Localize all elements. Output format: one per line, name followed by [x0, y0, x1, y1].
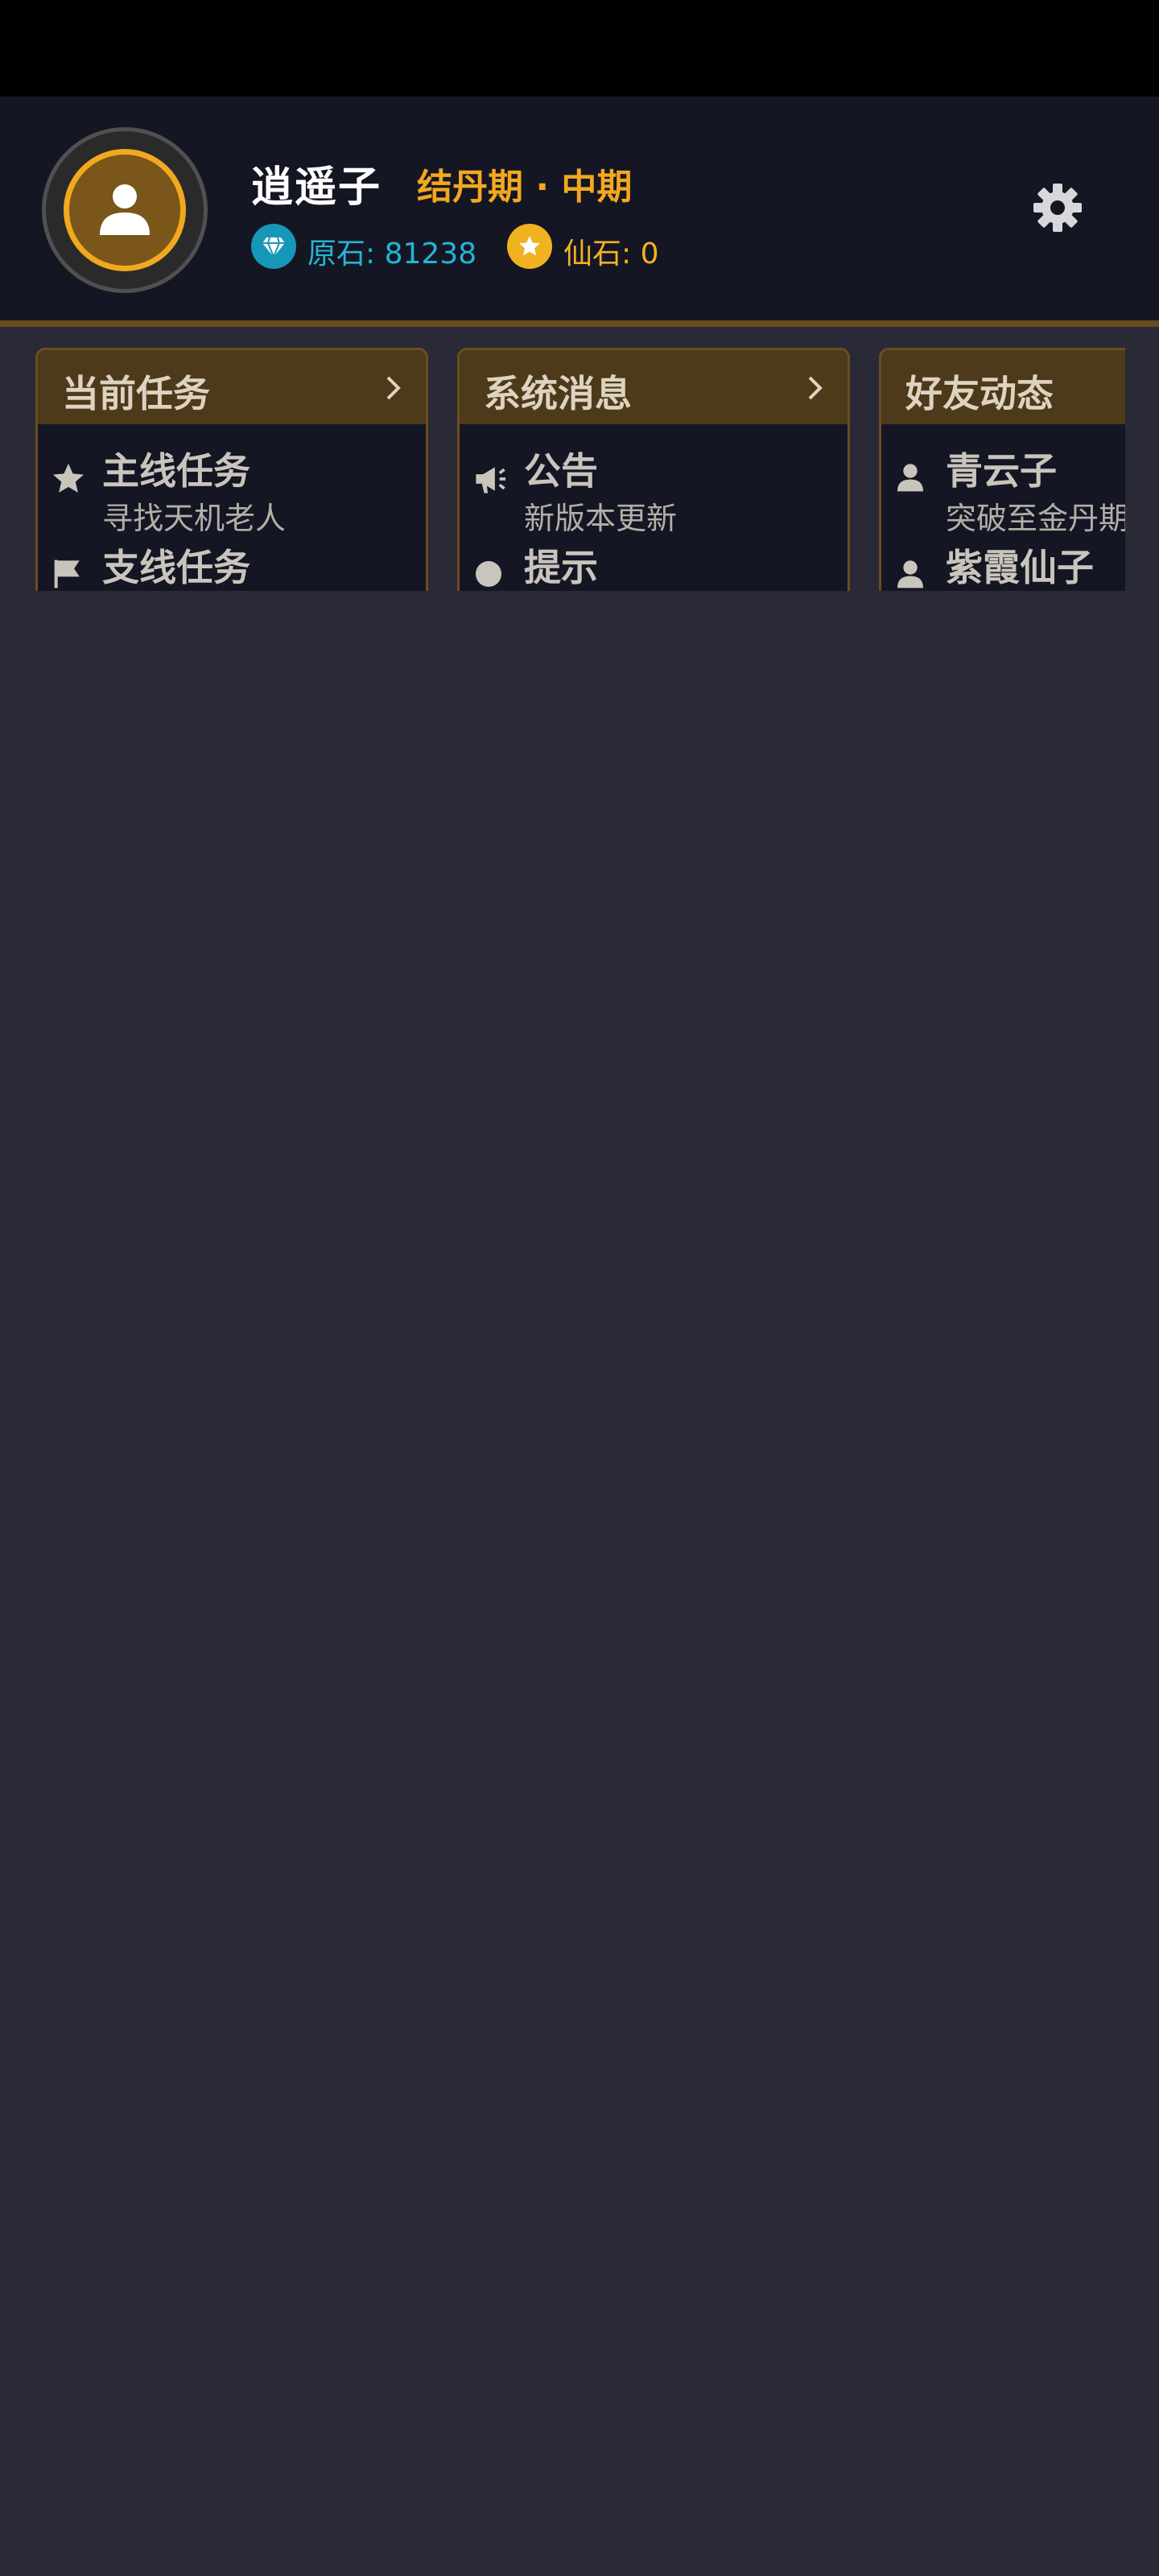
row-title: 提示 [524, 546, 598, 589]
message-row-announcement[interactable]: 公告 新版本更新 [460, 424, 848, 536]
dashboard-cards[interactable]: 当前任务 主线任务 寻找天机老人 支线任务 系统消息 公告 新版本更新 提示 好… [0, 348, 1125, 591]
friend-row[interactable]: 青云子 突破至金丹期 [881, 424, 1125, 536]
person-icon [897, 560, 923, 588]
card-system-messages: 系统消息 公告 新版本更新 提示 [457, 348, 850, 591]
person-icon [897, 464, 923, 492]
card-friend-activity: 好友动态 青云子 突破至金丹期 紫霞仙子 [879, 348, 1125, 591]
megaphone-icon [476, 467, 506, 493]
task-row-side[interactable]: 支线任务 [38, 521, 426, 591]
status-bar [0, 0, 1159, 97]
task-row-main[interactable]: 主线任务 寻找天机老人 [38, 424, 426, 536]
gem-icon [251, 224, 296, 269]
row-title: 支线任务 [102, 546, 250, 589]
card-header[interactable]: 好友动态 [881, 350, 1125, 424]
avatar-frame[interactable] [42, 127, 208, 293]
coin-balance: 仙石: 0 [563, 237, 659, 270]
friend-row[interactable]: 紫霞仙子 [881, 521, 1125, 591]
player-name: 逍遥子 [251, 163, 382, 212]
row-title: 公告 [524, 449, 598, 493]
person-icon [100, 184, 150, 235]
row-title: 主线任务 [102, 449, 250, 493]
card-current-tasks: 当前任务 主线任务 寻找天机老人 支线任务 [35, 348, 428, 591]
info-icon [476, 561, 501, 587]
avatar[interactable] [64, 149, 186, 271]
player-header: 逍遥子 结丹期 · 中期 原石: 81238 仙石: 0 [0, 97, 1159, 327]
player-realm: 结丹期 · 中期 [417, 167, 633, 208]
star-icon [52, 463, 85, 493]
card-header[interactable]: 当前任务 [38, 350, 426, 424]
chevron-right-icon[interactable] [384, 374, 403, 402]
card-title: 系统消息 [484, 372, 632, 415]
gem-balance: 原石: 81238 [307, 237, 477, 270]
card-title: 当前任务 [62, 372, 210, 415]
content-area [0, 591, 1159, 2576]
row-title: 紫霞仙子 [946, 546, 1094, 589]
coin-star-icon [507, 224, 552, 269]
card-title: 好友动态 [905, 372, 1054, 415]
message-row-tip[interactable]: 提示 [460, 521, 848, 591]
flag-icon [54, 559, 80, 588]
row-title: 青云子 [946, 449, 1057, 493]
card-header[interactable]: 系统消息 [460, 350, 848, 424]
gear-icon[interactable] [1032, 182, 1083, 233]
chevron-right-icon[interactable] [806, 374, 825, 402]
